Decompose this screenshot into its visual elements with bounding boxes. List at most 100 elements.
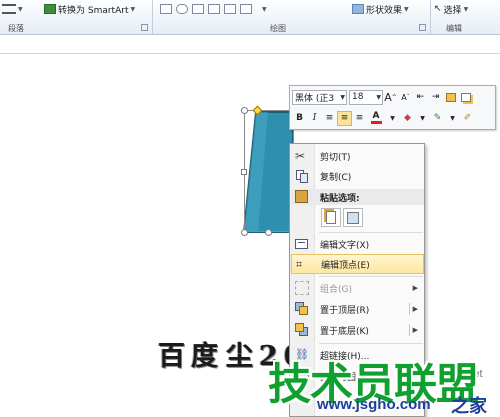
paste-document-icon [326,211,336,224]
paste-options-label: 粘贴选项: [320,194,360,204]
decrease-indent-button[interactable]: ⇤ [413,90,428,105]
group-separator [152,0,153,34]
pen-icon: ✎ [433,113,442,123]
copy-icon [295,169,309,183]
decrease-indent-icon: ⇤ [416,92,425,102]
arrange-icon [460,92,471,102]
bold-button[interactable]: B [292,111,307,126]
chevron-down-icon: ▼ [130,5,136,13]
italic-button[interactable]: I [307,111,322,126]
menu-item-cut-label: 剪切(T) [320,152,351,163]
menu-item-group-label: 组合(G) [320,284,352,295]
clipboard-icon [295,190,308,203]
menu-separator [319,276,423,277]
chevron-down-icon: ▼ [376,93,381,101]
group-label-paragraph: 段落 [8,24,24,33]
menu-item-cut[interactable]: ✂ 剪切(T) [291,146,424,166]
menu-item-bring-to-front-label: 置于顶层(R) [320,305,370,316]
cursor-icon: ↖ [434,4,442,14]
submenu-divider [409,303,410,315]
submenu-arrow-icon: ▶ [412,326,418,334]
shape-fill-quick-button[interactable] [443,90,458,105]
menu-item-edit-text[interactable]: 编辑文字(X) [291,234,424,254]
menu-item-edit-text-label: 编辑文字(X) [320,240,370,251]
menu-separator [319,232,423,233]
bring-to-front-icon [295,302,309,316]
menu-item-copy[interactable]: 复制(C) [291,166,424,186]
bold-label: B [296,113,303,123]
menu-item-send-to-back[interactable]: 置于底层(K) ▶ [291,320,424,340]
shapes-gallery[interactable] [160,2,252,16]
format-painter-button[interactable]: ✐ [460,111,475,126]
menu-item-send-to-back-label: 置于底层(K) [320,326,369,337]
chevron-down-icon[interactable]: ▼ [385,111,400,126]
resize-handle-left[interactable] [241,169,247,175]
rectangle-shape-icon [160,4,172,14]
paste-picture-button[interactable] [343,208,363,227]
oval-shape-icon [176,4,188,14]
font-name-combo[interactable]: 黑体 (正3 ▼ [292,89,347,105]
submenu-arrow-icon: ▶ [412,305,418,313]
slide-text-baidu: 百度 [158,341,224,372]
font-color-swatch [370,121,382,124]
grow-font-button[interactable]: A ^ [383,90,398,105]
fill-color-button[interactable]: ◆ [400,111,415,126]
chevron-down-icon: ▼ [262,5,267,13]
italic-label: I [312,113,317,123]
drawing-dialog-launcher[interactable] [419,24,426,31]
menu-separator [319,343,423,344]
menu-item-bring-to-front[interactable]: 置于顶层(R) ▶ [291,299,424,319]
watermark-suffix: 之家 [451,396,487,417]
align-center-button[interactable]: ≡ [337,110,352,126]
align-right-icon: ≡ [355,113,364,123]
select-button[interactable]: ↖ 选择 ▼ [434,2,468,16]
submenu-divider [409,324,410,336]
watermark-url: www.jsgho.com [317,396,431,413]
resize-handle-top-left[interactable] [241,107,248,114]
chevron-down-icon: ▼ [463,5,469,13]
menu-item-group[interactable]: 组合(G) ▶ [291,278,424,298]
align-right-button[interactable]: ≡ [352,111,367,126]
increase-indent-button[interactable]: ⇥ [428,90,443,105]
select-label: 选择 [443,5,462,16]
line-shape-icon [208,4,220,14]
bullets-button[interactable]: ▼ [2,2,23,16]
bullets-icon [2,4,16,14]
resize-handle-bottom[interactable] [265,229,272,236]
align-center-icon: ≡ [340,113,349,123]
font-color-button[interactable]: A [367,111,385,126]
shape-effects-button[interactable]: 形状效果 ▼ [352,2,409,16]
align-left-button[interactable]: ≡ [322,111,337,126]
triangle-shape-icon [192,4,204,14]
shapes-more-button[interactable]: ▼ [262,2,267,16]
chevron-down-icon[interactable]: ▼ [415,111,430,126]
heart-shape-icon [240,4,252,14]
scissors-icon: ✂ [295,149,306,163]
smartart-icon [44,4,56,14]
grow-font-label: A [384,90,392,104]
resize-handle-bottom-left[interactable] [241,229,248,236]
paint-bucket-icon: ◆ [404,113,411,123]
increase-indent-icon: ⇥ [431,92,440,102]
mini-toolbar: 黑体 (正3 ▼ 18 ▼ A ^ Aˇ ⇤ ⇥ B I ≡ ≡ ≡ A ▼ ◆ … [289,85,496,130]
slide-top-border [0,53,500,54]
copy-format-icon [445,92,456,102]
paste-picture-icon [347,211,359,224]
brush-icon: ✐ [463,113,472,123]
convert-smartart-button[interactable]: 转换为 SmartArt ▼ [44,2,135,16]
chevron-down-icon[interactable]: ▼ [445,111,460,126]
group-label-drawing: 绘图 [270,24,286,33]
edit-points-icon: ⌗ [296,258,303,271]
menu-item-edit-points[interactable]: ⌗ 编辑顶点(E) [291,254,424,274]
font-size-combo[interactable]: 18 ▼ [349,89,383,105]
paste-keep-format-button[interactable] [321,208,341,227]
outline-color-button[interactable]: ✎ [430,111,445,126]
arrange-button[interactable] [458,90,473,105]
font-name-value: 黑体 (正3 [295,93,335,104]
shape-effects-icon [352,4,364,14]
paragraph-dialog-launcher[interactable] [141,24,148,31]
chevron-down-icon: ▼ [404,5,409,13]
selection-outline [244,110,294,232]
shrink-font-button[interactable]: Aˇ [398,90,413,105]
menu-item-copy-label: 复制(C) [320,172,352,183]
